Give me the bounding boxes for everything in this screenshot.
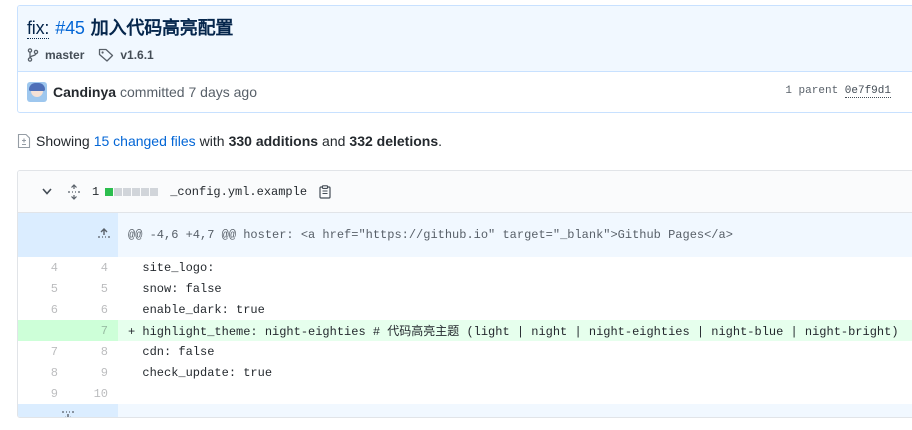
file-name-link[interactable]: _config.yml.example [170,185,307,199]
committed-time: committed 7 days ago [120,84,257,100]
old-line-number[interactable]: 9 [18,383,68,404]
tag-icon [99,48,114,62]
commit-title: fix: #45 加入代码高亮配置 [27,16,912,41]
line-code: enable_dark: true [128,302,265,317]
file-header: 1 _config.yml.example [18,171,912,213]
old-line-number[interactable] [18,320,68,341]
parent-info: 1 parent 0e7f9d1 [785,85,891,98]
new-line-number[interactable]: 4 [68,257,118,278]
expand-down-row [18,404,912,417]
changed-files-link[interactable]: 15 changed files [94,133,196,149]
unfold-icon [68,183,80,200]
diff-line-context: 89 check_update: true [18,362,912,383]
diffstat-block-neutral [132,187,141,196]
commit-message: 加入代码高亮配置 [90,18,234,39]
and-text: and [322,133,346,149]
old-line-number[interactable]: 4 [18,257,68,278]
line-code: site_logo: [128,260,215,275]
new-line-number[interactable]: 6 [68,299,118,320]
old-line-number[interactable]: 5 [18,278,68,299]
diffstat-block-neutral [114,187,123,196]
old-line-number[interactable]: 6 [18,299,68,320]
expand-down-filler [118,404,912,417]
new-line-number[interactable]: 10 [68,383,118,404]
diff-line-context: 78 cdn: false [18,341,912,362]
diffstat-block-neutral [123,187,132,196]
author-link[interactable]: Candinya [53,84,116,100]
diff-table: @@ -4,6 +4,7 @@ hoster: <a href="https:/… [18,213,912,417]
diff-line-context: 9 10 [18,383,912,404]
branch-name: master [45,48,85,62]
new-line-number[interactable]: 5 [68,278,118,299]
showing-text: Showing [36,133,90,149]
commit-header: fix: #45 加入代码高亮配置 master v1.6.1 [18,6,912,72]
line-code: + highlight_theme: night-eighties # 代码高亮… [118,320,912,341]
expand-down-icon [62,411,74,417]
diff-line-addition: 7 + highlight_theme: night-eighties # 代码高… [18,320,912,341]
expand-down-button[interactable] [18,404,118,417]
expand-up-icon [98,228,110,238]
deletions-count: 332 deletions [349,133,439,149]
issue-link[interactable]: #45 [55,18,85,38]
line-code: check_update: true [128,365,273,380]
avatar[interactable] [27,82,47,102]
new-line-number[interactable]: 8 [68,341,118,362]
tag-name: v1.6.1 [120,48,154,62]
commit-meta: Candinya committed 7 days ago 1 parent 0… [18,72,912,112]
diffstat-block-add [105,187,114,196]
file-diff: 1 _config.yml.example @@ -4,6 +4,7 @@ ho… [17,170,912,418]
tag-ref[interactable]: v1.6.1 [98,48,154,62]
parent-label: 1 parent [785,85,839,97]
diffstat: 1 [92,185,159,199]
collapse-toggle[interactable] [40,185,54,199]
additions-count: 330 additions [228,133,319,149]
expand-up-button[interactable] [18,213,118,257]
diff-line-context: 55 snow: false [18,278,912,299]
chevron-down-icon [42,188,52,195]
branch-ref[interactable]: master [27,48,84,62]
parent-sha-link[interactable]: 0e7f9d1 [844,85,891,98]
commit-prefix: fix: [27,18,50,39]
old-line-number[interactable]: 7 [18,341,68,362]
new-line-number[interactable]: 7 [68,320,118,341]
new-line-number[interactable]: 9 [68,362,118,383]
expand-all-button[interactable] [66,183,82,200]
line-code: cdn: false [128,344,215,359]
diff-summary: Showing 15 changed files with 330 additi… [17,131,442,151]
diffstat-block-neutral [150,187,159,196]
summary-period: . [438,133,442,149]
diffstat-block-neutral [141,187,150,196]
line-code: snow: false [128,281,222,296]
hunk-header: @@ -4,6 +4,7 @@ hoster: <a href="https:/… [118,213,912,257]
with-text: with [199,133,225,149]
diff-line-context: 44 site_logo: [18,257,912,278]
diffstat-count: 1 [92,184,100,199]
diff-line-context: 66 enable_dark: true [18,299,912,320]
git-branch-icon [27,48,39,62]
commit-refs: master v1.6.1 [27,46,912,64]
commit-box: fix: #45 加入代码高亮配置 master v1.6.1 Candinya… [17,5,912,113]
hunk-row: @@ -4,6 +4,7 @@ hoster: <a href="https:/… [18,213,912,257]
diffstat-blocks [105,187,159,196]
copy-path-button[interactable] [319,184,331,199]
old-line-number[interactable]: 8 [18,362,68,383]
clipboard-icon [319,184,331,199]
line-code [118,383,912,404]
file-diff-icon [17,133,31,149]
